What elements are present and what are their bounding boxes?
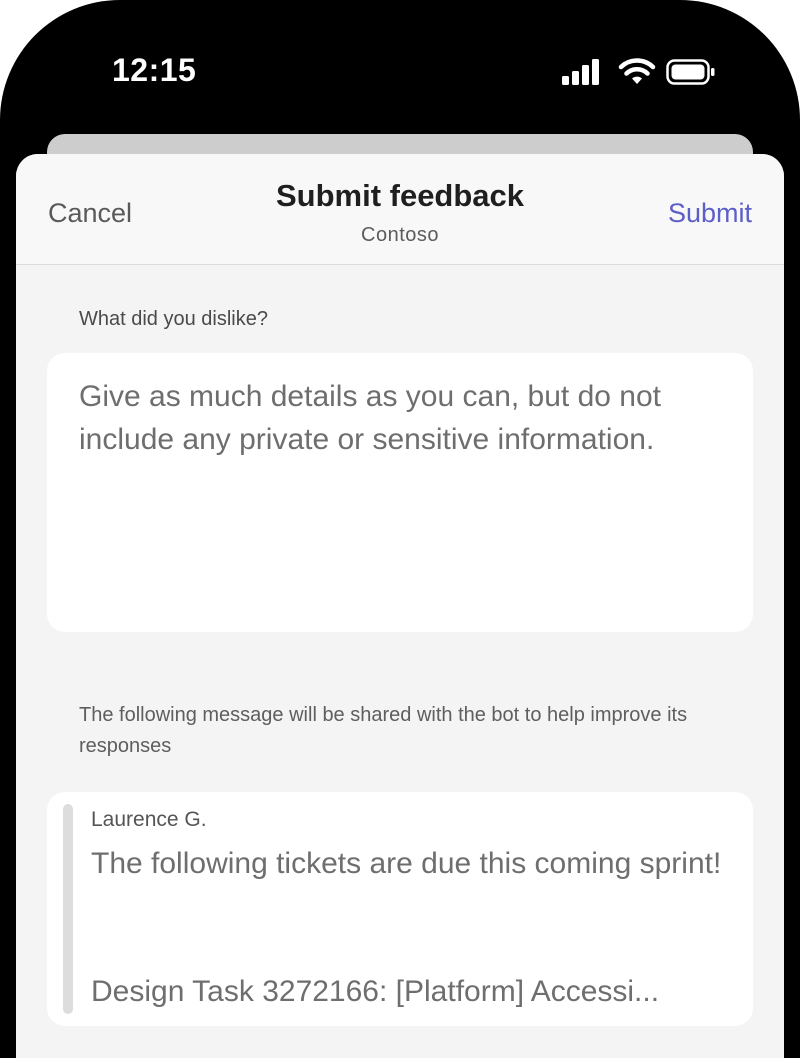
share-note: The following message will be shared wit… [79,704,688,757]
question-label: What did you dislike? [79,308,268,330]
feedback-input[interactable]: Give as much details as you can, but do … [47,353,753,632]
status-time: 12:15 [112,52,197,88]
submit-button[interactable]: Submit [668,198,752,229]
message-author: Laurence G. [91,808,207,831]
feedback-placeholder: Give as much details as you can, but do … [79,380,661,456]
message-ticket-line: Design Task 3272166: [Platform] Accessi.… [91,975,660,1008]
quote-bar [63,804,73,1014]
battery-icon [666,59,715,85]
feedback-sheet: Cancel Submit feedback Contoso Submit Wh… [16,154,784,1058]
status-bar: 12:15 [0,0,800,130]
status-icons [562,58,716,86]
wifi-icon [618,58,656,84]
shared-message-card: Laurence G. The following tickets are du… [47,792,753,1026]
cellular-signal-icon [562,59,599,85]
message-body: The following tickets are due this comin… [91,847,722,880]
phone-frame: 12:15 Cancel Submit feedback Contoso Sub… [0,0,800,1058]
sheet-header: Cancel Submit feedback Contoso Submit [16,154,784,265]
